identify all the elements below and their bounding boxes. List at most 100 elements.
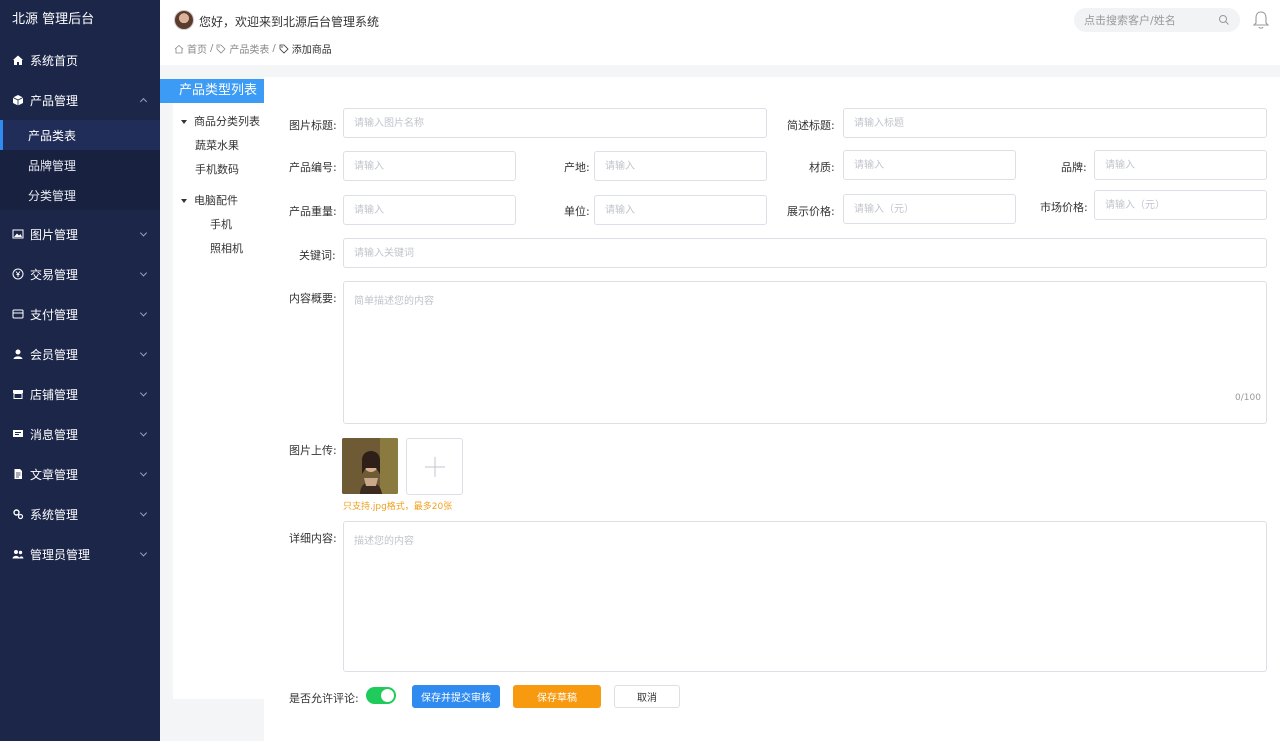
document-icon [12, 468, 24, 480]
search-box [1074, 8, 1240, 32]
sidebar-item-label: 会员管理 [30, 347, 79, 362]
tree-node-phone[interactable]: 手机 [210, 216, 232, 232]
breadcrumb-current: 添加商品 [291, 45, 332, 56]
market-price-input[interactable] [1094, 190, 1267, 220]
sidebar-item-home[interactable]: 系统首页 [0, 40, 160, 80]
category-tree-panel: 产品类型列表 商品分类列表 蔬菜水果 手机数码 电脑配件 手机 照相机 [160, 77, 276, 741]
chevron-down-icon [139, 269, 148, 277]
sidebar-subitem-category[interactable]: 分类管理 [0, 180, 160, 210]
breadcrumb-category[interactable]: 产品类表 [229, 41, 269, 56]
unit-input[interactable] [594, 195, 767, 225]
toggle-knob [381, 689, 394, 702]
sidebar-item-admins[interactable]: 管理员管理 [0, 534, 160, 574]
caret-down-icon [181, 120, 187, 124]
photo-portrait-icon [342, 438, 398, 494]
sidebar-subitem-brand[interactable]: 品牌管理 [0, 150, 160, 180]
sidebar-item-label: 店铺管理 [30, 387, 79, 402]
chevron-down-icon [139, 429, 148, 437]
tree-title-tab[interactable]: 产品类型列表 [160, 79, 276, 103]
welcome-text: 您好，欢迎来到北源后台管理系统 [199, 15, 380, 29]
home-icon [12, 54, 24, 66]
top-header: 您好，欢迎来到北源后台管理系统 首页 / 产品类表 / 添加商品 [160, 0, 1280, 65]
category-tree: 商品分类列表 蔬菜水果 手机数码 电脑配件 手机 照相机 [173, 103, 264, 699]
bell-icon[interactable] [1252, 10, 1270, 30]
brand-title: 北源 管理后台 [12, 12, 95, 27]
user-icon [12, 348, 24, 360]
chevron-down-icon [139, 349, 148, 357]
image-title-input[interactable] [343, 108, 767, 138]
market-price-label: 市场价格: [1040, 201, 1088, 214]
uploaded-photo-thumbnail[interactable] [342, 438, 398, 494]
breadcrumb-home[interactable]: 首页 [187, 41, 207, 56]
search-input[interactable] [1084, 13, 1204, 27]
tree-node-camera[interactable]: 照相机 [210, 240, 243, 256]
sidebar-item-messages[interactable]: 消息管理 [0, 414, 160, 454]
cancel-button[interactable]: 取消 [614, 685, 680, 708]
upload-label: 图片上传: [289, 444, 337, 457]
sidebar-item-label: 消息管理 [30, 427, 79, 442]
sidebar-item-articles[interactable]: 文章管理 [0, 454, 160, 494]
sidebar-item-trade[interactable]: 交易管理 [0, 254, 160, 294]
chevron-down-icon [139, 309, 148, 317]
sidebar-item-label: 图片管理 [30, 227, 79, 242]
sidebar-item-shops[interactable]: 店铺管理 [0, 374, 160, 414]
sidebar-item-label: 交易管理 [30, 267, 79, 282]
header-divider [160, 65, 1280, 77]
sidebar-item-label: 文章管理 [30, 467, 79, 482]
tag-icon [216, 44, 226, 54]
home-outline-icon [174, 44, 184, 53]
product-form: 图片标题: 简述标题: 产品编号: 产地: 材质: 品牌: 产品重量: 单位: … [264, 77, 1280, 741]
sidebar-menu: 系统首页 产品管理 [0, 40, 160, 120]
upload-add-button[interactable] [406, 438, 463, 495]
brief-title-input[interactable] [843, 108, 1267, 138]
sidebar-item-products[interactable]: 产品管理 [0, 80, 160, 120]
chevron-down-icon [139, 469, 148, 477]
sidebar-item-images[interactable]: 图片管理 [0, 214, 160, 254]
chevron-down-icon [139, 549, 148, 557]
weight-input[interactable] [343, 195, 516, 225]
chevron-down-icon [139, 229, 148, 237]
brand-input[interactable] [1094, 150, 1267, 180]
sidebar-item-payment[interactable]: 支付管理 [0, 294, 160, 334]
brand-label: 品牌: [1061, 161, 1087, 174]
breadcrumb-separator: / [272, 43, 276, 54]
tree-node-root[interactable]: 商品分类列表 [181, 113, 260, 129]
save-submit-button[interactable]: 保存并提交审核 [412, 685, 500, 708]
detail-textarea[interactable] [343, 521, 1267, 672]
chevron-up-icon [139, 97, 148, 106]
image-icon [12, 228, 24, 240]
product-no-input[interactable] [343, 151, 516, 181]
sidebar-subitem-product-list[interactable]: 产品类表 [0, 120, 160, 150]
allow-comment-toggle[interactable] [366, 687, 396, 704]
tree-node-label: 电脑配件 [194, 194, 238, 207]
users-icon [12, 548, 24, 560]
display-price-input[interactable] [843, 194, 1016, 224]
tree-node-vegetables[interactable]: 蔬菜水果 [195, 137, 239, 153]
display-price-label: 展示价格: [787, 205, 835, 218]
sidebar-menu-rest: 图片管理 交易管理 支付管理 会员管理 店铺管理 消息管理 文章管理 系统管理 … [0, 214, 160, 574]
origin-input[interactable] [594, 151, 767, 181]
tree-node-digital[interactable]: 手机数码 [195, 161, 239, 177]
keywords-input[interactable] [343, 238, 1267, 268]
sidebar: 北源 管理后台 系统首页 产品管理 产品类表 品牌管理 分类管理 图片管理 交易… [0, 0, 160, 741]
save-draft-button[interactable]: 保存草稿 [513, 685, 601, 708]
avatar[interactable] [174, 10, 194, 30]
summary-textarea[interactable] [343, 281, 1267, 424]
origin-label: 产地: [564, 161, 590, 174]
product-submenu: 产品类表 品牌管理 分类管理 [0, 120, 160, 210]
weight-label: 产品重量: [289, 205, 337, 218]
tree-node-computer[interactable]: 电脑配件 [181, 192, 238, 208]
chevron-down-icon [139, 389, 148, 397]
keywords-label: 关键词: [299, 249, 336, 262]
summary-label: 内容概要: [289, 292, 337, 305]
sidebar-item-members[interactable]: 会员管理 [0, 334, 160, 374]
sidebar-item-system[interactable]: 系统管理 [0, 494, 160, 534]
allow-comment-label: 是否允许评论: [289, 692, 359, 705]
tag-icon [279, 44, 289, 54]
breadcrumb-separator: / [210, 43, 214, 54]
sidebar-item-label: 系统首页 [30, 53, 79, 68]
brief-title-label: 简述标题: [787, 119, 835, 132]
caret-down-icon [181, 199, 187, 203]
search-icon[interactable] [1218, 14, 1230, 26]
material-input[interactable] [843, 150, 1016, 180]
